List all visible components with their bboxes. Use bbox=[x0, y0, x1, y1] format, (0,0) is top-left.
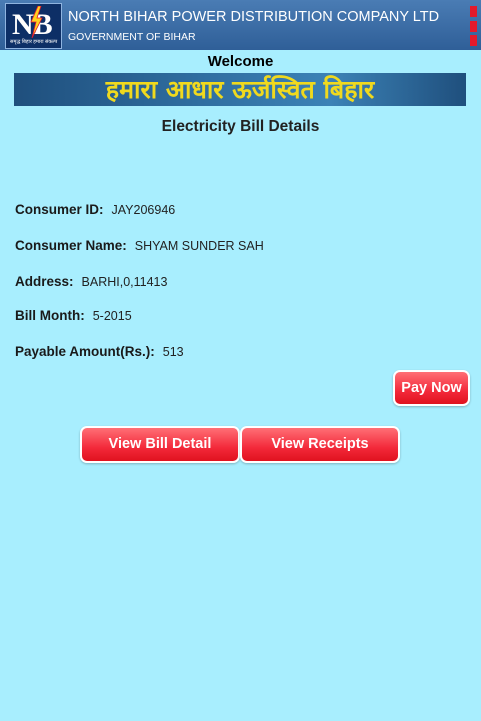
consumer-name-label: Consumer Name: bbox=[15, 238, 127, 253]
consumer-id-label: Consumer ID: bbox=[15, 202, 104, 217]
bill-month-value: 5-2015 bbox=[92, 309, 132, 323]
bill-month-row: Bill Month: 5-2015 bbox=[15, 307, 132, 325]
view-bill-detail-button[interactable]: View Bill Detail bbox=[80, 426, 240, 463]
payable-amount-label: Payable Amount(Rs.): bbox=[15, 344, 155, 359]
payable-amount-row: Payable Amount(Rs.): 513 bbox=[15, 343, 184, 361]
company-logo: NB समृद्ध बिहार हमारा संकल्प bbox=[5, 3, 62, 49]
welcome-text: Welcome bbox=[207, 53, 274, 70]
address-value: BARHI,0,11413 bbox=[81, 275, 168, 289]
address-row: Address: BARHI,0,11413 bbox=[15, 273, 167, 291]
consumer-name-value: SHYAM SUNDER SAH bbox=[134, 239, 264, 253]
address-label: Address: bbox=[15, 274, 74, 289]
pay-now-button[interactable]: Pay Now bbox=[393, 370, 470, 406]
government-label: GOVERNMENT OF BIHAR bbox=[68, 31, 196, 43]
logo-tagline: समृद्ध बिहार हमारा संकल्प bbox=[10, 39, 58, 45]
bolt-icon bbox=[30, 6, 43, 38]
menu-bar bbox=[470, 6, 477, 17]
menu-bar bbox=[470, 20, 477, 32]
bill-month-label: Bill Month: bbox=[15, 308, 85, 323]
page-title: Electricity Bill Details bbox=[161, 118, 320, 135]
consumer-name-row: Consumer Name: SHYAM SUNDER SAH bbox=[15, 237, 264, 255]
consumer-id-value: JAY206946 bbox=[111, 203, 176, 217]
app-header: NB समृद्ध बिहार हमारा संकल्प NORTH BIHAR… bbox=[0, 0, 481, 50]
view-receipts-button[interactable]: View Receipts bbox=[240, 426, 400, 463]
company-name: NORTH BIHAR POWER DISTRIBUTION COMPANY L… bbox=[68, 9, 440, 25]
consumer-id-row: Consumer ID: JAY206946 bbox=[15, 201, 175, 219]
menu-bar bbox=[470, 35, 477, 46]
overflow-menu-icon[interactable] bbox=[470, 6, 477, 46]
slogan-banner: हमारा आधार ऊर्जस्वित बिहार bbox=[14, 73, 466, 106]
payable-amount-value: 513 bbox=[162, 345, 184, 359]
slogan-text: हमारा आधार ऊर्जस्वित बिहार bbox=[105, 75, 375, 104]
